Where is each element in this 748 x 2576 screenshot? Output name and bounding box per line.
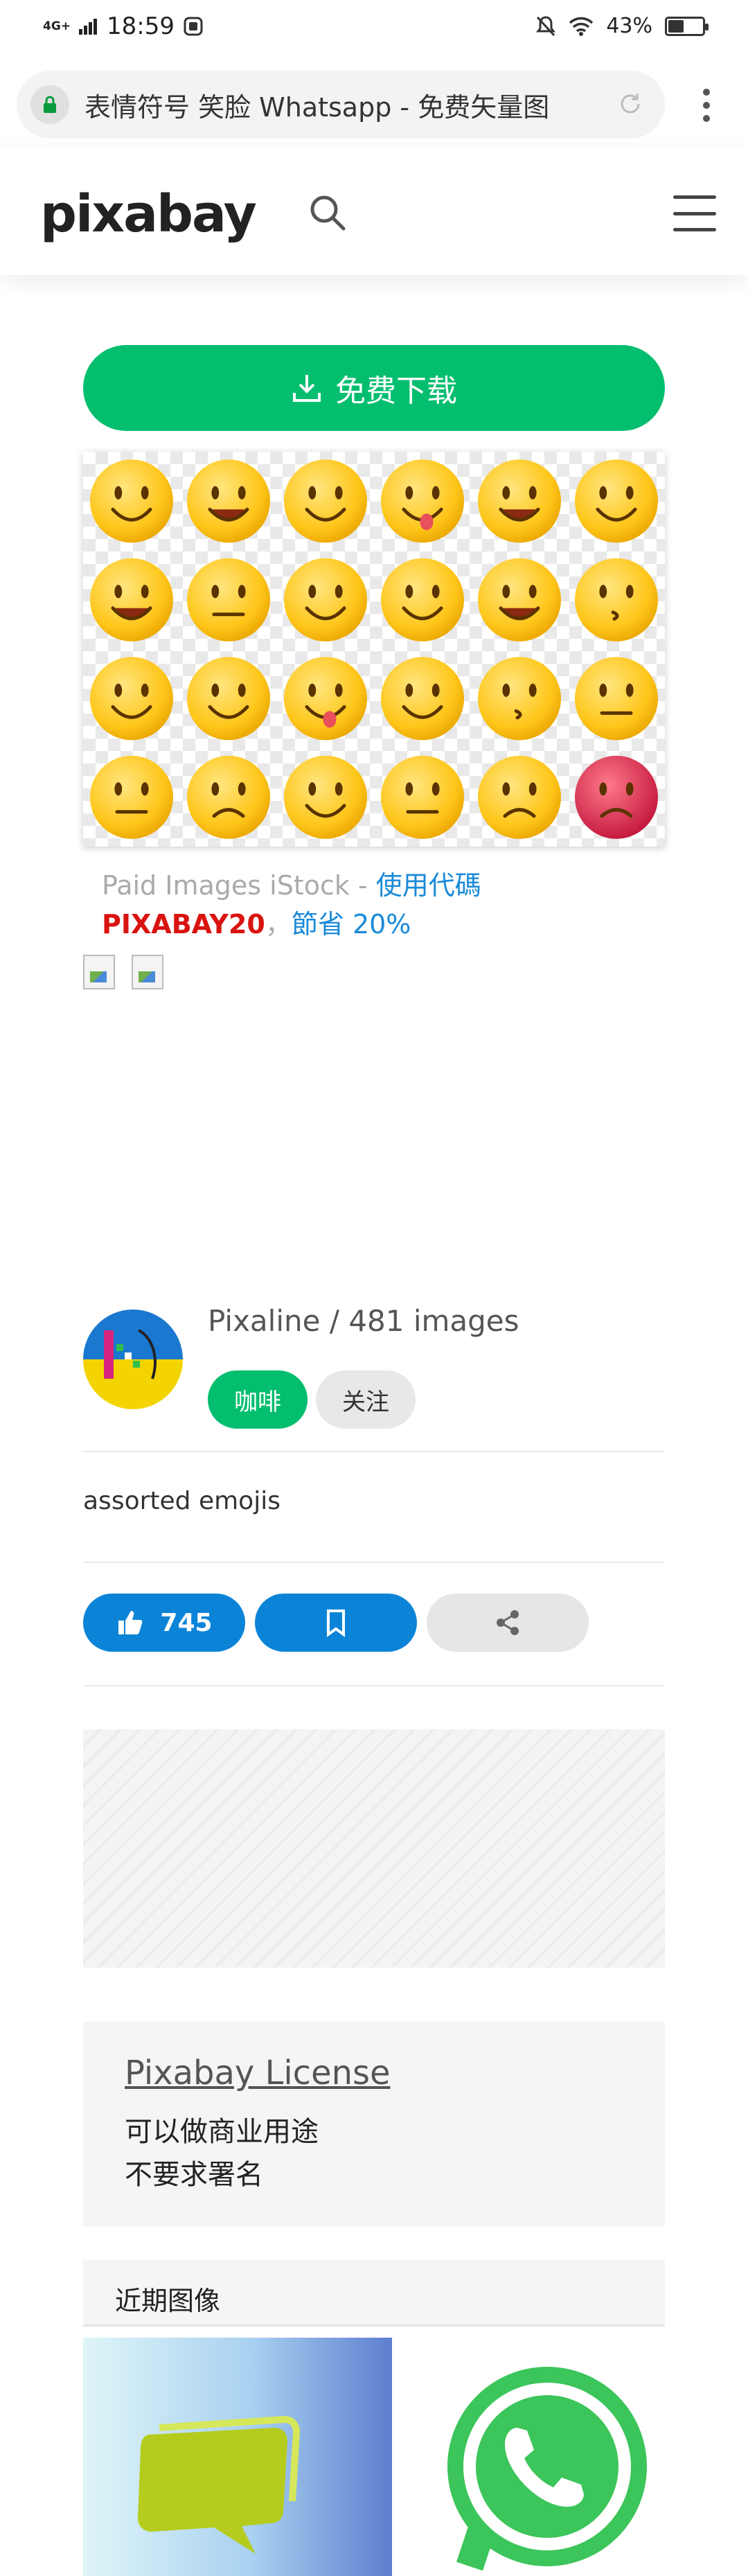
signal-icon xyxy=(79,19,98,35)
follow-button[interactable]: 关注 xyxy=(316,1370,416,1429)
emoji-face xyxy=(90,755,173,839)
reload-icon[interactable] xyxy=(616,90,644,118)
site-header: pixabay xyxy=(0,147,748,275)
emoji-face xyxy=(478,558,561,642)
emoji-face xyxy=(381,755,464,839)
divider xyxy=(83,1685,665,1686)
main-image[interactable] xyxy=(83,452,665,847)
url-text[interactable]: 表情符号 笑脸 Whatsapp - 免费矢量图 xyxy=(84,86,597,124)
battery-percent: 43% xyxy=(606,14,652,38)
emoji-face xyxy=(381,657,464,741)
address-bar[interactable]: 表情符号 笑脸 Whatsapp - 免费矢量图 xyxy=(17,71,665,139)
emoji-face xyxy=(575,558,658,642)
download-icon xyxy=(293,375,321,402)
bookmark-button[interactable] xyxy=(255,1594,417,1652)
emoji-face xyxy=(187,657,270,741)
search-icon[interactable] xyxy=(308,193,348,233)
wifi-icon xyxy=(569,17,594,36)
emoji-face xyxy=(381,459,464,543)
lock-icon[interactable] xyxy=(30,85,69,124)
recent-thumb-chat-bubble[interactable] xyxy=(83,2338,392,2576)
like-button[interactable]: 745 xyxy=(83,1594,245,1652)
license-commercial: 可以做商业用途 xyxy=(125,2116,319,2148)
emoji-face xyxy=(187,755,270,839)
divider xyxy=(83,1451,665,1452)
emoji-face xyxy=(575,755,658,839)
emoji-face xyxy=(284,657,367,741)
emoji-face xyxy=(575,657,658,741)
license-attribution: 不要求署名 xyxy=(125,2159,263,2191)
battery-icon xyxy=(665,16,709,36)
emoji-face xyxy=(284,755,367,839)
license-box: Pixabay License 可以做商业用途 不要求署名 xyxy=(83,2022,665,2227)
promo-separator: ， xyxy=(265,909,292,939)
share-icon xyxy=(497,1610,519,1635)
network-indicator: 4G+ xyxy=(43,19,71,33)
broken-image-icon[interactable] xyxy=(132,955,163,989)
emoji-face xyxy=(478,459,561,543)
recent-thumb-whatsapp[interactable] xyxy=(403,2338,665,2576)
emoji-face xyxy=(284,558,367,642)
promo-prefix: Paid Images iStock - xyxy=(102,870,376,901)
browser-menu-icon[interactable] xyxy=(696,85,717,126)
thumbs-up-icon xyxy=(118,1611,143,1634)
bookmark-icon xyxy=(327,1609,345,1637)
image-description: assorted emojis xyxy=(83,1487,280,1515)
author-avatar[interactable] xyxy=(83,1309,183,1409)
download-label: 免费下载 xyxy=(335,373,457,409)
license-link[interactable]: Pixabay License xyxy=(125,2054,623,2092)
like-count: 745 xyxy=(160,1608,213,1637)
emoji-face xyxy=(575,459,658,543)
promo-saving[interactable]: 節省 20% xyxy=(292,909,411,939)
coffee-button[interactable]: 咖啡 xyxy=(208,1370,308,1429)
emoji-grid xyxy=(90,459,658,839)
broken-image-icon[interactable] xyxy=(83,955,115,989)
status-bar: 4G+ 18:59 43% xyxy=(0,0,748,60)
emoji-face xyxy=(90,657,173,741)
free-download-button[interactable]: 免费下载 xyxy=(83,345,665,431)
emoji-face xyxy=(90,558,173,642)
pixabay-logo[interactable]: pixabay xyxy=(40,184,257,244)
clock: 18:59 xyxy=(107,12,175,40)
emoji-face xyxy=(284,459,367,543)
emoji-face xyxy=(90,459,173,543)
recent-images-header: 近期图像 xyxy=(83,2260,665,2327)
promo-link[interactable]: 使用代碼 xyxy=(376,870,481,901)
app-notification-icon xyxy=(184,17,203,36)
ad-placeholder xyxy=(83,1729,665,1968)
emoji-face xyxy=(381,558,464,642)
emoji-face xyxy=(187,459,270,543)
divider xyxy=(83,1562,665,1563)
istock-promo: Paid Images iStock - 使用代碼 PIXABAY20，節省 2… xyxy=(102,866,656,944)
share-button[interactable] xyxy=(427,1594,589,1652)
emoji-face xyxy=(478,657,561,741)
mute-icon xyxy=(536,15,556,36)
emoji-face xyxy=(187,558,270,642)
emoji-face xyxy=(478,755,561,839)
promo-code: PIXABAY20 xyxy=(102,909,265,939)
author-name[interactable]: Pixaline / 481 images xyxy=(208,1304,519,1338)
hamburger-menu-icon[interactable] xyxy=(673,195,716,231)
